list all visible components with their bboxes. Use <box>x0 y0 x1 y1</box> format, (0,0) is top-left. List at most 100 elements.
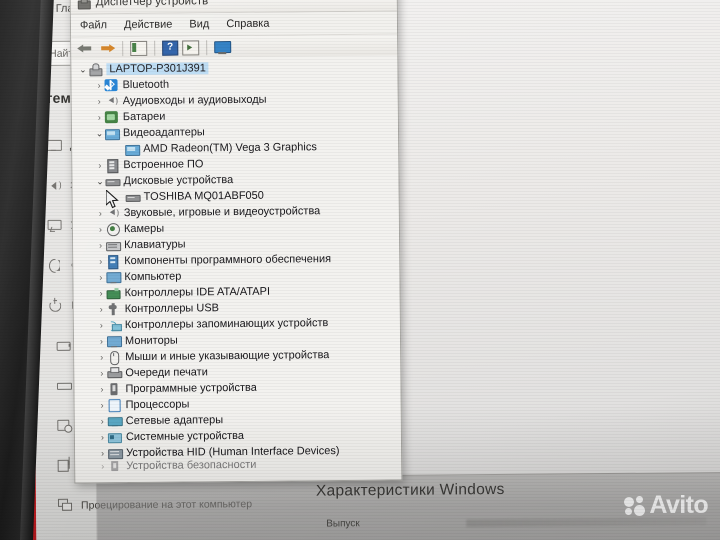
windows-specs-edition-label: Выпуск <box>326 518 360 530</box>
tree-node-label: Клавиатуры <box>124 238 186 252</box>
tree-node-label: Сетевые адаптеры <box>125 414 224 428</box>
scan-hardware-icon[interactable] <box>182 39 200 56</box>
audio-io-icon <box>105 95 118 107</box>
menu-item-view[interactable]: Вид <box>189 18 209 30</box>
tree-node-label: Компьютер <box>124 270 182 284</box>
chevron-right-icon[interactable]: › <box>94 109 105 125</box>
tree-node-label: Мыши и иные указывающие устройства <box>125 349 330 364</box>
back-arrow-icon[interactable] <box>77 42 94 55</box>
menu-item-help[interactable]: Справка <box>226 18 269 30</box>
chevron-down-icon[interactable]: ⌄ <box>94 125 105 141</box>
chevron-down-icon[interactable]: ⌄ <box>77 61 88 77</box>
software-device-icon <box>107 383 120 395</box>
tree-node-label: Дисковые устройства <box>123 174 234 188</box>
software-component-icon <box>106 255 119 267</box>
help-icon[interactable]: ? <box>162 40 179 56</box>
tree-node-security-devices[interactable]: › Устройства безопасности <box>75 458 401 472</box>
chevron-right-icon[interactable]: › <box>95 237 106 253</box>
power-icon <box>48 299 62 312</box>
tree-node-label: Очереди печати <box>125 366 208 380</box>
forward-arrow-icon[interactable] <box>98 42 115 55</box>
tree-node-label: LAPTOP-P301J391 <box>106 62 209 76</box>
system-device-icon <box>108 431 121 443</box>
tree-node-label: Видеоадаптеры <box>122 126 205 140</box>
projection-icon <box>58 499 72 512</box>
hid-device-icon <box>108 447 121 459</box>
storage-controller-icon <box>107 319 120 331</box>
avito-logo-icon <box>624 495 646 516</box>
tree-node-label: Процессоры <box>125 398 190 412</box>
chevron-right-icon[interactable]: › <box>95 253 106 269</box>
chevron-right-icon[interactable]: › <box>96 333 107 349</box>
device-tree[interactable]: ⌄ LAPTOP-P301J391 › Bluetooth › Аудиовхо… <box>71 55 402 483</box>
tree-node-label: Системные устройства <box>125 429 245 444</box>
chevron-right-icon[interactable]: › <box>96 381 107 397</box>
focus-moon-icon <box>48 259 62 272</box>
properties-icon[interactable] <box>130 40 148 56</box>
ide-controller-icon <box>106 287 119 299</box>
chevron-right-icon[interactable]: › <box>96 349 107 365</box>
print-queue-icon <box>107 367 120 379</box>
chevron-right-icon[interactable]: › <box>96 365 107 381</box>
chevron-right-icon[interactable]: › <box>95 205 106 221</box>
chevron-right-icon[interactable]: › <box>95 285 106 301</box>
display-devices-icon[interactable] <box>214 41 230 54</box>
chevron-right-icon[interactable]: › <box>97 458 108 471</box>
sound-icon <box>47 179 61 192</box>
disk-drive-icon <box>126 191 139 203</box>
tree-node-label: Аудиовходы и аудиовыходы <box>122 93 267 108</box>
chevron-right-icon[interactable]: › <box>94 157 105 173</box>
firmware-icon <box>105 159 118 171</box>
tree-node-label: Звуковые, игровые и видеоустройства <box>123 205 321 220</box>
tree-node-label: Контроллеры USB <box>124 302 220 316</box>
windows-specs-heading: Характеристики Windows <box>315 480 505 500</box>
toolbar-separator <box>122 40 124 56</box>
memory-icon <box>57 379 71 392</box>
chevron-right-icon[interactable]: › <box>96 301 107 317</box>
menu-item-action[interactable]: Действие <box>124 19 172 31</box>
chevron-right-icon[interactable]: › <box>97 413 108 429</box>
menu-item-file[interactable]: Файл <box>80 19 107 31</box>
tree-node-label: TOSHIBA MQ01ABF050 <box>143 189 264 203</box>
multitasking-icon <box>58 459 72 472</box>
computer-icon <box>106 271 119 283</box>
device-manager-window[interactable]: Диспетчер устройств Файл Действие Вид Сп… <box>69 0 403 484</box>
chevron-right-icon[interactable]: › <box>95 221 106 237</box>
chevron-right-icon[interactable]: › <box>95 269 106 285</box>
chevron-right-icon[interactable]: › <box>97 429 108 445</box>
chevron-right-icon[interactable]: › <box>93 77 104 93</box>
disk-drive-icon <box>105 175 118 187</box>
avito-wordmark: Avito <box>649 491 708 519</box>
usb-controller-icon <box>107 303 120 315</box>
mouse-cursor <box>106 190 119 209</box>
menu-bar: Файл Действие Вид Справка <box>70 11 398 38</box>
device-manager-icon <box>77 0 90 8</box>
tree-node-label: Устройства HID (Human Interface Devices) <box>126 445 340 460</box>
tree-node-label: Камеры <box>123 222 165 236</box>
tree-node-label: Компоненты программного обеспечения <box>124 253 332 268</box>
video-adapter-icon <box>125 143 138 155</box>
tree-node-label: Контроллеры запоминающих устройств <box>124 317 329 332</box>
toolbar-separator <box>206 39 208 55</box>
monitor-icon <box>107 335 120 347</box>
chevron-right-icon[interactable]: › <box>96 317 107 333</box>
tree-node-label: Программные устройства <box>125 381 257 396</box>
display-icon <box>47 139 61 152</box>
tablet-icon <box>57 419 71 432</box>
battery-icon <box>104 111 118 124</box>
battery-icon <box>57 339 71 352</box>
photo-of-laptop-screen: Главная Найти п Система Дисп Звук Увед Ф… <box>0 0 720 540</box>
tree-node-label: Bluetooth <box>122 78 170 92</box>
window-title: Диспетчер устройств <box>95 0 209 8</box>
chevron-down-icon[interactable]: ⌄ <box>94 173 105 189</box>
tree-node-label: Встроенное ПО <box>123 158 204 172</box>
tree-node-label: Батареи <box>122 110 166 124</box>
security-device-icon <box>108 460 121 471</box>
mouse-icon <box>107 351 120 363</box>
chevron-right-icon[interactable]: › <box>97 397 108 413</box>
bluetooth-icon <box>104 79 118 92</box>
computer-root-icon <box>88 63 101 75</box>
chevron-right-icon[interactable]: › <box>97 445 108 461</box>
chevron-right-icon[interactable]: › <box>94 93 105 109</box>
network-adapter-icon <box>108 415 121 427</box>
